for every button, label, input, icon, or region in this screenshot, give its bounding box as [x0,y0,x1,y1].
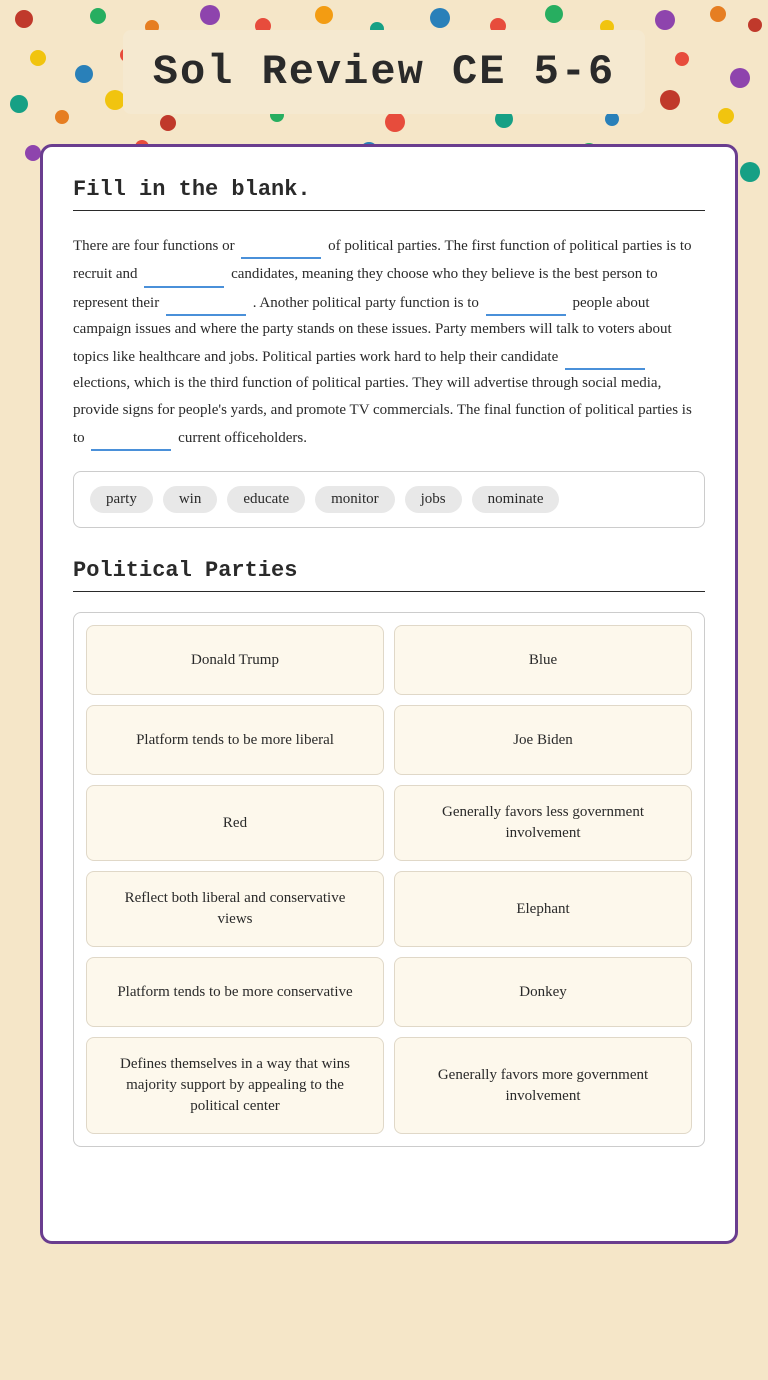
blank-3[interactable] [166,288,246,316]
political-parties-section: Political Parties Donald TrumpBluePlatfo… [73,558,705,1147]
match-card[interactable]: Generally favors more government involve… [394,1037,692,1134]
word-chip[interactable]: jobs [405,486,462,513]
word-chip[interactable]: educate [227,486,305,513]
fill-in-blank-section: Fill in the blank. There are four functi… [73,177,705,528]
main-card: Fill in the blank. There are four functi… [40,144,738,1244]
match-card[interactable]: Red [86,785,384,861]
word-chip[interactable]: monitor [315,486,395,513]
match-card[interactable]: Generally favors less government involve… [394,785,692,861]
match-card[interactable]: Platform tends to be more liberal [86,705,384,775]
political-parties-title: Political Parties [73,558,705,583]
match-card[interactable]: Joe Biden [394,705,692,775]
blank-2[interactable] [144,259,224,287]
match-card[interactable]: Elephant [394,871,692,947]
word-chip[interactable]: win [163,486,218,513]
page-title: Sol Review CE 5-6 [153,48,615,96]
blank-6[interactable] [91,423,171,451]
fill-blank-paragraph: There are four functions or of political… [73,231,705,451]
match-card[interactable]: Reflect both liberal and conservative vi… [86,871,384,947]
section-divider [73,210,705,211]
word-chip[interactable]: party [90,486,153,513]
matching-grid: Donald TrumpBluePlatform tends to be mor… [73,612,705,1147]
decorative-dot [740,162,760,182]
blank-1[interactable] [241,231,321,259]
decorative-dot [25,145,41,161]
match-card[interactable]: Donkey [394,957,692,1027]
match-card[interactable]: Donald Trump [86,625,384,695]
match-card[interactable]: Defines themselves in a way that wins ma… [86,1037,384,1134]
blank-4[interactable] [486,288,566,316]
title-box: Sol Review CE 5-6 [123,30,645,114]
word-bank: party win educate monitor jobs nominate [73,471,705,528]
fill-in-blank-title: Fill in the blank. [73,177,705,202]
blank-5[interactable] [565,342,645,370]
parties-divider [73,591,705,592]
match-card[interactable]: Platform tends to be more conservative [86,957,384,1027]
match-card[interactable]: Blue [394,625,692,695]
word-chip[interactable]: nominate [472,486,560,513]
title-area: Sol Review CE 5-6 [0,0,768,134]
